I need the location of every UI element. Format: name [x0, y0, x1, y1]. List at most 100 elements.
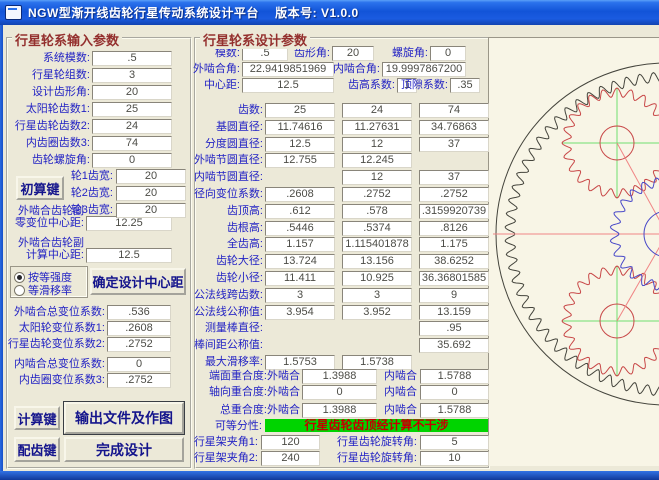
param-cell-c2[interactable]: 1.5738: [342, 355, 412, 370]
param-cell-c3[interactable]: 37: [419, 170, 489, 185]
finish-design-button[interactable]: 完成设计: [64, 437, 184, 462]
param-cell-c2[interactable]: 3: [342, 288, 412, 303]
param-cell-c2[interactable]: .2752: [342, 187, 412, 202]
param-cell-c2[interactable]: 24: [342, 103, 412, 118]
overlap-row-label: 总重合度:外啮合: [188, 404, 300, 417]
input-param-0-label: 系统模数:: [4, 52, 90, 65]
param-cell-c1[interactable]: .2608: [265, 187, 335, 202]
int-coef-0-field[interactable]: 0: [107, 357, 171, 372]
overlap-ext-field[interactable]: 1.3988: [302, 403, 377, 418]
planet-rotation-field[interactable]: 5: [420, 435, 489, 450]
param-cell-c2[interactable]: 1.115401878: [342, 237, 412, 252]
output-file-plot-button[interactable]: 输出文件及作图: [64, 402, 184, 434]
param-cell-c3[interactable]: .2752: [419, 187, 489, 202]
design-header-5-label: 中心距:: [196, 79, 240, 92]
param-row-label: 齿数:: [185, 104, 263, 117]
param-cell-c1[interactable]: 1.157: [265, 237, 335, 252]
param-cell-c1[interactable]: 11.411: [265, 271, 335, 286]
ext-coef-0-label: 外啮合总变位系数:: [2, 306, 105, 319]
param-cell-c1[interactable]: 12.5: [265, 137, 335, 152]
param-cell-c3[interactable]: 36.36801585: [419, 271, 489, 286]
param-cell-c2[interactable]: 12.245: [342, 153, 412, 168]
design-header-2-field[interactable]: 0: [430, 46, 466, 61]
calc-button[interactable]: 计算键: [14, 406, 60, 430]
ext-mesh-zero-center-dist-field[interactable]: 12.25: [86, 216, 172, 231]
carrier-angle-field[interactable]: 240: [261, 451, 320, 466]
param-cell-c1[interactable]: .5446: [265, 221, 335, 236]
param-cell-c2[interactable]: .578: [342, 204, 412, 219]
param-cell-c1[interactable]: 1.5753: [265, 355, 335, 370]
param-row-label: 公法线跨齿数:: [185, 289, 263, 302]
title-bar[interactable]: NGW型渐开线齿轮行星传动系统设计平台 版本号: V1.0.0: [0, 0, 659, 25]
radio-equal-slip[interactable]: 等滑移率: [14, 282, 72, 298]
design-header-7-label: 顶隙系数:: [398, 79, 448, 92]
face-width-1-field[interactable]: 20: [116, 186, 186, 201]
radio-selected-icon: [14, 272, 25, 283]
overlap-ext-field[interactable]: 0: [302, 385, 377, 400]
ext-coef-0-field[interactable]: .536: [107, 305, 171, 320]
input-param-1-label: 行星轮组数:: [4, 69, 90, 82]
ext-mesh-calc-center-dist-field[interactable]: 12.5: [86, 248, 172, 263]
confirm-center-dist-button[interactable]: 确定设计中心距: [90, 268, 186, 295]
param-cell-c3[interactable]: .95: [419, 321, 489, 336]
param-cell-c2[interactable]: 12: [342, 137, 412, 152]
param-cell-c1[interactable]: 11.74616: [265, 120, 335, 135]
param-cell-c2[interactable]: 13.156: [342, 254, 412, 269]
param-cell-c2[interactable]: 11.27631: [342, 120, 412, 135]
param-row-label: 公法线公称值:: [185, 306, 263, 319]
init-calc-button[interactable]: 初算键: [16, 176, 64, 200]
overlap-ext-field[interactable]: 1.3988: [302, 369, 377, 384]
param-cell-c3[interactable]: 35.692: [419, 338, 489, 353]
planet-rotation-field[interactable]: 10: [420, 451, 489, 466]
param-cell-c2[interactable]: 3.952: [342, 305, 412, 320]
design-header-4-field[interactable]: 19.9997867200: [382, 62, 466, 77]
carrier-angle-field[interactable]: 120: [261, 435, 320, 450]
param-cell-c2[interactable]: .5374: [342, 221, 412, 236]
input-param-0-field[interactable]: .5: [92, 51, 172, 66]
param-cell-c3[interactable]: 34.76863: [419, 120, 489, 135]
ext-coef-1-field[interactable]: .2608: [107, 321, 171, 336]
design-header-3-field[interactable]: 22.9419851969: [242, 62, 334, 77]
face-width-0-field[interactable]: 20: [116, 169, 186, 184]
radio-unselected-icon: [14, 285, 25, 296]
param-cell-c1[interactable]: 12.755: [265, 153, 335, 168]
param-cell-c1[interactable]: 13.724: [265, 254, 335, 269]
overlap-int-field[interactable]: 1.5788: [420, 369, 489, 384]
param-cell-c3[interactable]: 13.159: [419, 305, 489, 320]
param-cell-c2[interactable]: 10.925: [342, 271, 412, 286]
carrier-angle-label: 行星架夹角1:: [188, 436, 258, 449]
param-cell-c1[interactable]: 3.954: [265, 305, 335, 320]
input-param-2-field[interactable]: 20: [92, 85, 172, 100]
param-cell-c1[interactable]: 3: [265, 288, 335, 303]
input-param-1-field[interactable]: 3: [92, 68, 172, 83]
face-width-2-field[interactable]: 20: [116, 203, 186, 218]
param-cell-c3[interactable]: 74: [419, 103, 489, 118]
param-cell-c1[interactable]: 25: [265, 103, 335, 118]
ext-coef-1-label: 太阳轮变位系数1:: [2, 322, 105, 335]
ext-mesh-calc-label-2: 计算中心距:: [4, 249, 84, 262]
input-param-5-field[interactable]: 74: [92, 136, 172, 151]
param-cell-c3[interactable]: .3159920739: [419, 204, 489, 219]
param-cell-c3[interactable]: 9: [419, 288, 489, 303]
design-header-1-field[interactable]: 20: [332, 46, 374, 61]
ext-coef-2-field[interactable]: .2752: [107, 337, 171, 352]
overlap-int-field[interactable]: 0: [420, 385, 489, 400]
int-coef-1-field[interactable]: .2752: [107, 373, 171, 388]
tooth-match-button[interactable]: 配齿键: [14, 437, 60, 462]
param-cell-c3[interactable]: 38.6252: [419, 254, 489, 269]
param-cell-c3[interactable]: 1.175: [419, 237, 489, 252]
input-param-5-label: 内齿圈齿数3:: [4, 137, 90, 150]
input-param-6-field[interactable]: 0: [92, 153, 172, 168]
input-param-3-field[interactable]: 25: [92, 102, 172, 117]
design-header-5-field[interactable]: 12.5: [242, 78, 334, 93]
app-window: NGW型渐开线齿轮行星传动系统设计平台 版本号: V1.0.0 行星轮系输入参数…: [0, 0, 659, 480]
design-header-7-field[interactable]: .35: [450, 78, 480, 93]
planet-rotation-label: 行星齿轮旋转角:: [320, 436, 417, 449]
param-cell-c2[interactable]: 12: [342, 170, 412, 185]
input-param-4-field[interactable]: 24: [92, 119, 172, 134]
divisibility-status-badge: 行星齿轮齿顶经计算不干涉: [265, 419, 488, 432]
param-cell-c3[interactable]: .8126: [419, 221, 489, 236]
overlap-int-field[interactable]: 1.5788: [420, 403, 489, 418]
param-cell-c1[interactable]: .612: [265, 204, 335, 219]
param-cell-c3[interactable]: 37: [419, 137, 489, 152]
